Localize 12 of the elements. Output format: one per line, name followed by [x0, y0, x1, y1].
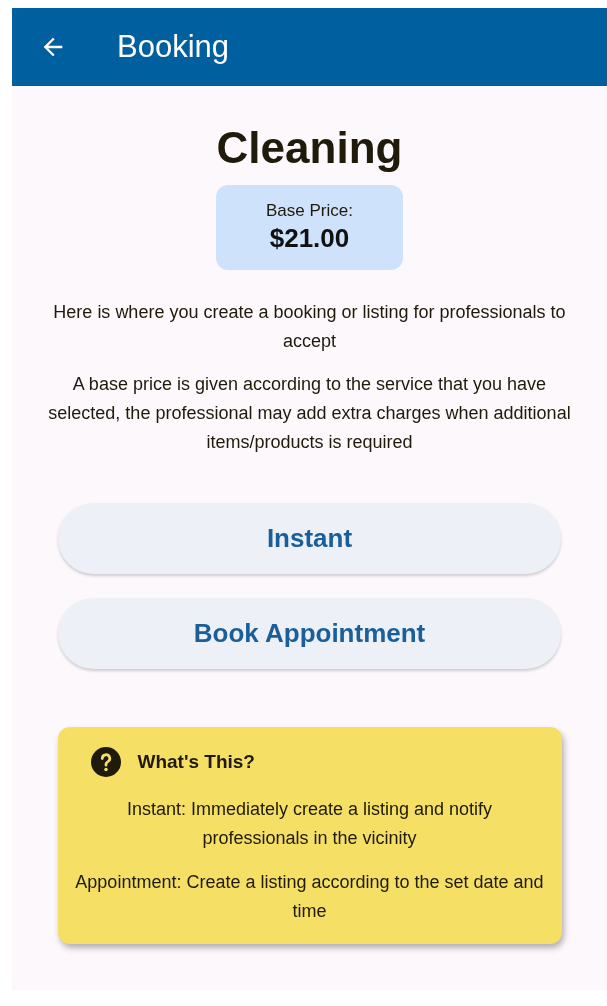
info-text: Appointment: Create a listing according to the set date and time: [74, 871, 545, 923]
app-bar-title: Booking: [117, 29, 230, 65]
help-icon: [90, 747, 121, 777]
info-card-title: What's This?: [137, 751, 255, 773]
description-text: Here is where you create a booking or listing for professionals to accept: [52, 301, 567, 353]
description-text: A base price is given according to the service that you have selected, the professional may add extra charges when additional items/products is required: [48, 373, 571, 454]
price-value: $21.00: [269, 223, 350, 254]
info-text: Instant: Immediately create a listing and notify professionals in the vicinity: [125, 798, 494, 850]
price-label: Base Price:: [266, 201, 353, 221]
booking-option-button[interactable]: Book Appointment: [58, 598, 561, 669]
service-title: Cleaning: [216, 122, 403, 174]
booking-option-button[interactable]: Instant: [58, 503, 561, 574]
